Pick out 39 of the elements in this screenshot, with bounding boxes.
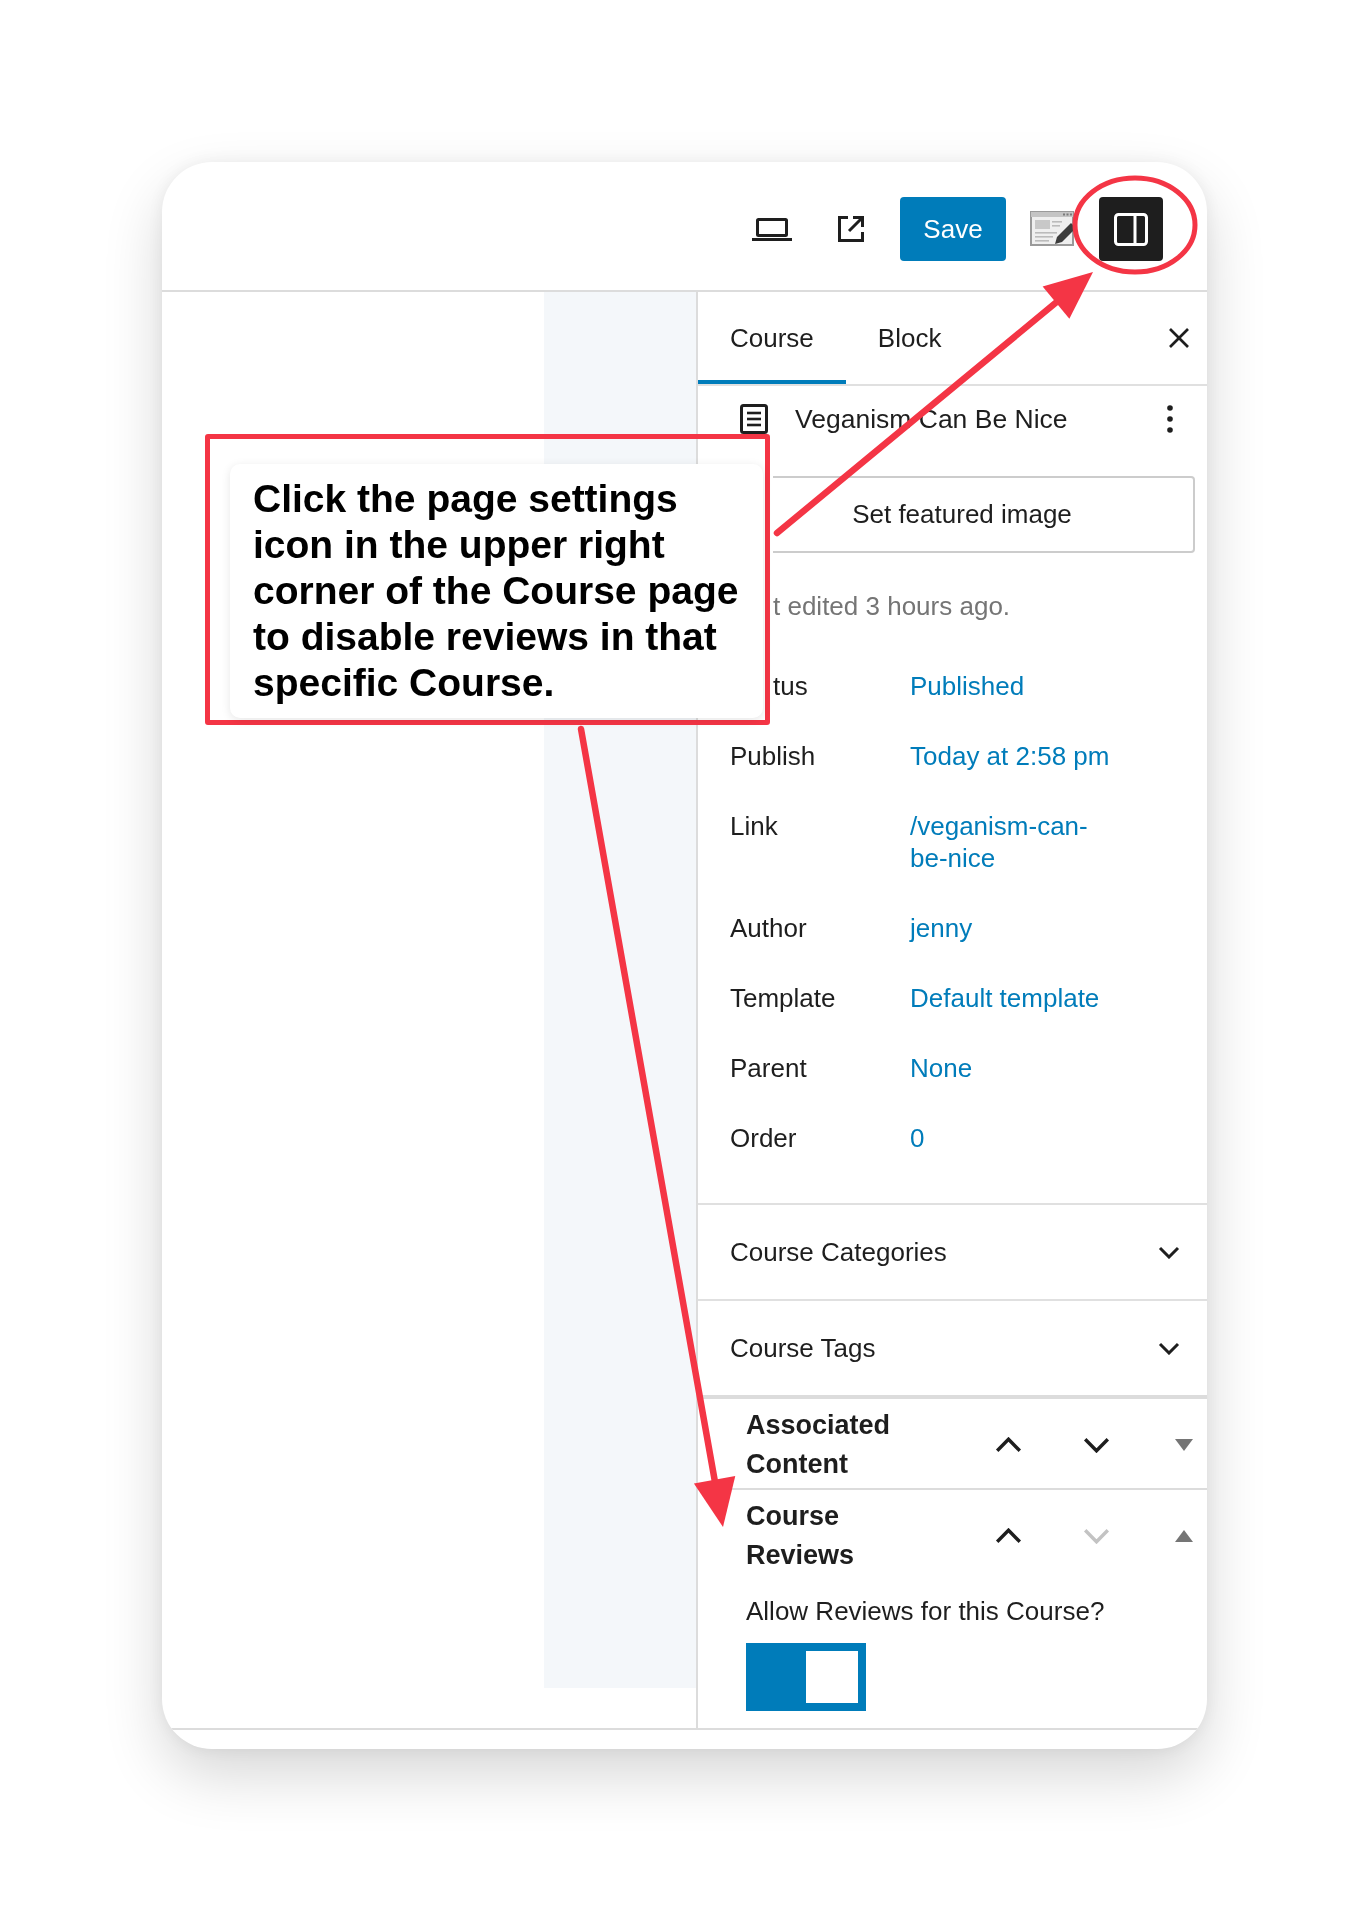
field-label: Author <box>730 912 807 944</box>
field-label: Link <box>730 810 778 842</box>
sidebar-panel-icon <box>1114 212 1148 246</box>
settings-button[interactable] <box>1099 197 1163 261</box>
triangle-down-icon[interactable] <box>1174 1439 1193 1451</box>
save-button[interactable]: Save <box>900 197 1006 261</box>
metabox-title: Associated Content <box>746 1409 892 1481</box>
field-label: Order <box>730 1122 797 1154</box>
panel-toggle[interactable]: Course Tags <box>698 1299 1207 1395</box>
sidebar-tab[interactable]: Block <box>845 292 974 384</box>
setting-label: Allow Reviews for this Course? <box>746 1595 1105 1627</box>
close-icon[interactable] <box>1169 328 1189 348</box>
field-link[interactable]: 0 <box>910 1122 925 1154</box>
toggle-switch[interactable] <box>746 1643 866 1711</box>
field-label: Parent <box>730 1052 807 1084</box>
toggle-knob <box>806 1651 858 1703</box>
panel-toggle[interactable]: Course Categories <box>698 1203 1207 1299</box>
field-label: Publish <box>730 740 816 772</box>
field-link[interactable]: /veganism-can-be-nice <box>910 810 1118 874</box>
chevron-down-icon[interactable] <box>1082 1437 1110 1453</box>
more-options-icon[interactable] <box>1167 405 1173 433</box>
last-edited-text: t edited 3 hours ago. <box>773 590 1011 622</box>
field-link[interactable]: None <box>910 1052 973 1084</box>
field-link[interactable]: Today at 2:58 pm <box>910 740 1110 772</box>
field-label: Template <box>730 982 836 1014</box>
metabox-title: Course Reviews <box>746 1500 856 1572</box>
callout-text: Click the page settings icon in the upper right corner of the Course page to disable reviews in that specific Course. <box>253 476 740 706</box>
chevron-up-icon[interactable] <box>994 1528 1022 1544</box>
featured-image-button[interactable]: Set featured image <box>773 476 1195 553</box>
triangle-up-icon[interactable] <box>1174 1530 1193 1542</box>
field-label: tus <box>773 670 808 702</box>
field-link[interactable]: Published <box>910 670 1025 702</box>
external-link-icon[interactable] <box>835 213 867 245</box>
field-link[interactable]: jenny <box>910 912 973 944</box>
chevron-up-icon[interactable] <box>994 1437 1022 1453</box>
sidebar-tab[interactable]: Course <box>698 292 846 384</box>
document-icon <box>740 404 768 434</box>
field-link[interactable]: Default template <box>910 982 1100 1014</box>
laptop-icon[interactable] <box>752 217 792 241</box>
